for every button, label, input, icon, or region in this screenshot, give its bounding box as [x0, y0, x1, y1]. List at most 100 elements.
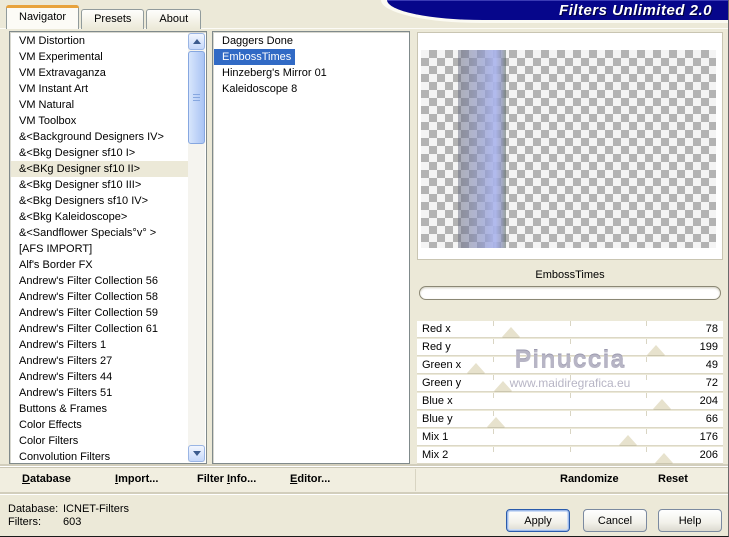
filters-count-label: Filters:: [8, 516, 41, 528]
scroll-up-button[interactable]: [188, 33, 205, 50]
list-item[interactable]: Daggers Done: [214, 35, 293, 47]
slider-thumb[interactable]: [466, 363, 485, 373]
slider-value: 206: [699, 449, 718, 461]
slider-label: Green y: [422, 377, 462, 389]
list-item[interactable]: Buttons & Frames: [11, 401, 188, 417]
category-listbox[interactable]: VM Distortion VM Experimental VM Extrava…: [9, 31, 207, 464]
reset-button[interactable]: Reset: [658, 473, 688, 485]
slider-value: 204: [699, 395, 718, 407]
chevron-up-icon: [192, 39, 201, 44]
import-menu-button[interactable]: Import...: [115, 473, 158, 485]
list-item[interactable]: Hinzeberg's Mirror 01: [214, 67, 327, 79]
list-item[interactable]: Andrew's Filter Collection 58: [11, 289, 188, 305]
param-row[interactable]: Red y 199: [417, 339, 723, 355]
list-item-selected[interactable]: &<BKg Designer sf10 II>: [11, 161, 188, 177]
database-menu-button[interactable]: Database: [22, 473, 71, 485]
list-item[interactable]: Andrew's Filter Collection 56: [11, 273, 188, 289]
list-item[interactable]: Andrew's Filter Collection 61: [11, 321, 188, 337]
parameter-sliders: Red x 78 Red y 199 Green x 49 Green y 72…: [417, 321, 723, 465]
list-item[interactable]: &<Bkg Designer sf10 I>: [11, 145, 188, 161]
slider-value: 72: [705, 377, 718, 389]
list-item[interactable]: [AFS IMPORT]: [11, 241, 188, 257]
list-item[interactable]: VM Natural: [11, 97, 188, 113]
list-item-selected[interactable]: EmbossTimes: [214, 49, 296, 65]
param-row[interactable]: Mix 1 176: [417, 429, 723, 445]
slider-thumb[interactable]: [494, 381, 513, 391]
param-row[interactable]: Blue y 66: [417, 411, 723, 427]
slider-label: Red x: [422, 323, 451, 335]
editor-menu-button[interactable]: Editor...: [290, 473, 330, 485]
help-button[interactable]: Help: [658, 509, 722, 532]
list-item[interactable]: VM Toolbox: [11, 113, 188, 129]
chevron-down-icon: [192, 451, 201, 456]
slider-value: 176: [699, 431, 718, 443]
list-item[interactable]: Kaleidoscope 8: [214, 83, 297, 95]
slider-label: Blue y: [422, 413, 453, 425]
apply-button[interactable]: Apply: [506, 509, 570, 532]
param-row[interactable]: Green x 49: [417, 357, 723, 373]
param-row[interactable]: Green y 72: [417, 375, 723, 391]
filter-listbox[interactable]: Daggers Done EmbossTimes Hinzeberg's Mir…: [212, 31, 410, 464]
database-value: ICNET-Filters: [63, 503, 129, 515]
status-info: Database: ICNET-Filters Filters: 603: [8, 503, 129, 529]
list-item[interactable]: Andrew's Filter Collection 59: [11, 305, 188, 321]
slider-value: 49: [705, 359, 718, 371]
tab-presets[interactable]: Presets: [81, 9, 145, 29]
list-item[interactable]: VM Extravaganza: [11, 65, 188, 81]
scrollbar-thumb[interactable]: [188, 51, 205, 144]
preview-gradient-stripe: [458, 50, 506, 248]
transparency-checkerboard: [421, 50, 716, 248]
list-item[interactable]: Andrew's Filters 44: [11, 369, 188, 385]
filter-list-items: Daggers Done EmbossTimes Hinzeberg's Mir…: [214, 33, 408, 462]
slider-label: Mix 1: [422, 431, 449, 443]
slider-label: Blue x: [422, 395, 453, 407]
slider-thumb[interactable]: [619, 435, 638, 445]
slider-value: 66: [705, 413, 718, 425]
app-title: Filters Unlimited 2.0: [558, 1, 712, 19]
title-banner: Filters Unlimited 2.0: [387, 0, 728, 20]
menu-bar: Database Import... Filter Info... Editor…: [0, 466, 728, 493]
list-item[interactable]: Andrew's Filters 27: [11, 353, 188, 369]
slider-value: 199: [699, 341, 718, 353]
list-item[interactable]: Andrew's Filters 51: [11, 385, 188, 401]
cancel-button[interactable]: Cancel: [583, 509, 647, 532]
slider-label: Mix 2: [422, 449, 449, 461]
category-scrollbar[interactable]: [188, 33, 205, 462]
tab-about[interactable]: About: [146, 9, 202, 29]
list-item[interactable]: VM Distortion: [11, 33, 188, 49]
list-item[interactable]: &<Bkg Designers sf10 IV>: [11, 193, 188, 209]
list-item[interactable]: VM Experimental: [11, 49, 188, 65]
progress-bar: [419, 286, 721, 300]
preview-pane: [417, 32, 723, 260]
slider-label: Red y: [422, 341, 451, 353]
scroll-down-button[interactable]: [188, 445, 205, 462]
list-item[interactable]: &<Bkg Kaleidoscope>: [11, 209, 188, 225]
param-row[interactable]: Mix 2 206: [417, 447, 723, 463]
list-item[interactable]: Color Effects: [11, 417, 188, 433]
scrollbar-grip-icon: [193, 94, 200, 102]
list-item[interactable]: Alf's Border FX: [11, 257, 188, 273]
slider-label: Green x: [422, 359, 462, 371]
filters-count-value: 603: [63, 516, 82, 528]
list-item[interactable]: &<Bkg Designer sf10 III>: [11, 177, 188, 193]
slider-thumb[interactable]: [655, 453, 674, 463]
filters-unlimited-dialog: Filters Unlimited 2.0 Navigator Presets …: [0, 0, 729, 537]
list-item[interactable]: Convolution Filters: [11, 449, 188, 462]
slider-thumb[interactable]: [487, 417, 506, 427]
slider-value: 78: [705, 323, 718, 335]
list-item[interactable]: &<Sandflower Specials°v° >: [11, 225, 188, 241]
randomize-button[interactable]: Randomize: [560, 473, 619, 485]
list-item[interactable]: &<Background Designers IV>: [11, 129, 188, 145]
filter-info-menu-button[interactable]: Filter Info...: [197, 473, 256, 485]
list-item[interactable]: Color Filters: [11, 433, 188, 449]
list-item[interactable]: VM Instant Art: [11, 81, 188, 97]
param-row[interactable]: Red x 78: [417, 321, 723, 337]
list-item[interactable]: Andrew's Filters 1: [11, 337, 188, 353]
param-row[interactable]: Blue x 204: [417, 393, 723, 409]
category-list-items: VM Distortion VM Experimental VM Extrava…: [11, 33, 188, 462]
slider-thumb[interactable]: [646, 345, 665, 355]
slider-thumb[interactable]: [501, 327, 520, 337]
tab-navigator[interactable]: Navigator: [6, 5, 80, 29]
tab-bar: Navigator Presets About: [6, 4, 203, 29]
slider-thumb[interactable]: [652, 399, 671, 409]
